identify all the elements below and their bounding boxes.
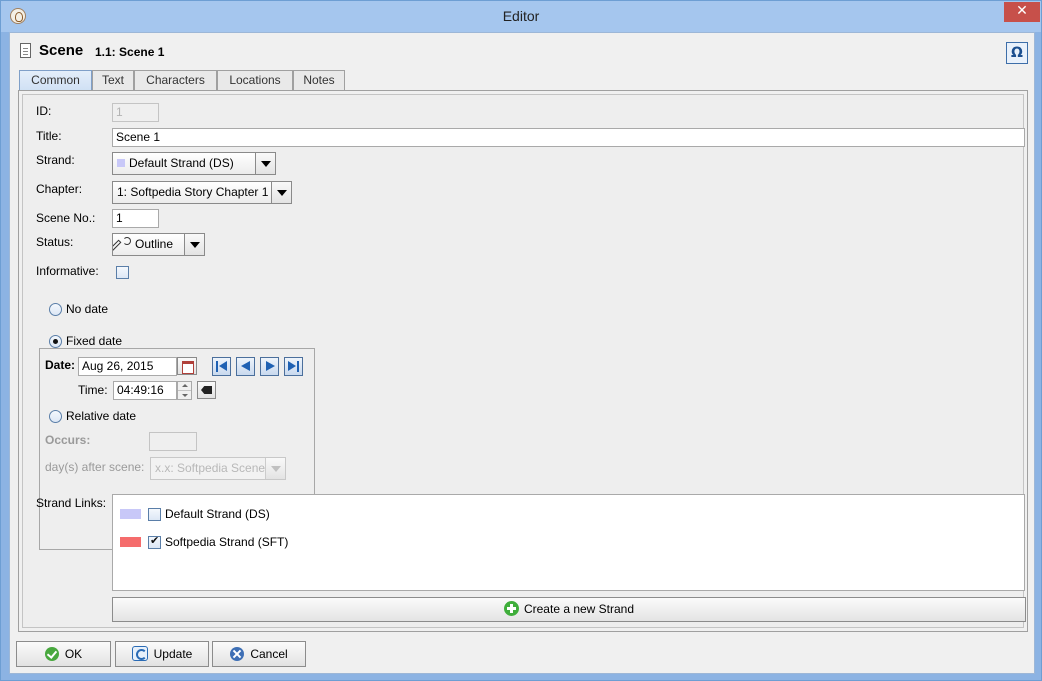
- time-input[interactable]: 04:49:16: [113, 381, 177, 400]
- status-label: Status:: [36, 235, 74, 249]
- last-date-button[interactable]: [284, 357, 303, 376]
- ok-button[interactable]: OK: [16, 641, 111, 667]
- create-strand-label: Create a new Strand: [523, 602, 635, 616]
- create-strand-button[interactable]: Create a new Strand: [112, 597, 1026, 622]
- scene-no-input[interactable]: 1: [112, 209, 159, 228]
- chapter-select-value: 1: Softpedia Story Chapter 1: [117, 185, 269, 199]
- occurs-label: Occurs:: [45, 433, 91, 447]
- previous-date-button[interactable]: [236, 357, 255, 376]
- chapter-label: Chapter:: [36, 182, 83, 196]
- relative-date-radio[interactable]: [49, 410, 62, 423]
- editor-client-area: Scene 1.1: Scene 1 Ω Common Text Charact…: [9, 32, 1035, 674]
- add-icon: [503, 601, 519, 616]
- scene-no-label: Scene No.:: [36, 211, 96, 225]
- tab-text[interactable]: Text: [92, 70, 134, 90]
- status-select[interactable]: Outline: [112, 233, 205, 256]
- cancel-label: Cancel: [250, 647, 288, 661]
- informative-label: Informative:: [36, 264, 99, 278]
- informative-checkbox[interactable]: [116, 266, 129, 279]
- days-after-scene-value: x.x: Softpedia Scene: [155, 461, 266, 475]
- tab-panel-common: ID: 1 Title: Scene 1 Strand: Default Str…: [18, 90, 1028, 632]
- id-field: 1: [112, 103, 159, 122]
- strand-color-swatch: [117, 159, 125, 167]
- strand-select-value: Default Strand (DS): [129, 156, 234, 170]
- id-label: ID:: [36, 104, 52, 118]
- editor-window: Editor ✕ Scene 1.1: Scene 1 Ω Common Tex…: [0, 0, 1042, 681]
- strand-label: Strand:: [36, 153, 75, 167]
- strand-links-label: Strand Links:: [36, 496, 107, 510]
- fixed-date-label: Fixed date: [66, 334, 123, 348]
- strand-color-swatch: [120, 509, 141, 519]
- date-input[interactable]: Aug 26, 2015: [78, 357, 177, 376]
- cancel-icon: [230, 647, 245, 661]
- ok-label: OK: [64, 647, 83, 661]
- page-title: Scene: [39, 42, 84, 59]
- strand-link-label: Softpedia Strand (SFT): [165, 535, 289, 549]
- clear-time-button[interactable]: [197, 381, 216, 399]
- strand-link-label: Default Strand (DS): [165, 507, 270, 521]
- tab-common[interactable]: Common: [19, 70, 92, 91]
- title-input[interactable]: Scene 1: [112, 128, 1025, 147]
- strand-links-list: Default Strand (DS) Softpedia Strand (SF…: [112, 494, 1025, 591]
- refresh-icon: [131, 646, 148, 661]
- strand-link-checkbox-default[interactable]: [148, 508, 161, 521]
- next-date-button[interactable]: [260, 357, 279, 376]
- update-button[interactable]: Update: [115, 641, 209, 667]
- wrench-icon: [117, 237, 131, 251]
- chevron-down-icon[interactable]: [184, 234, 204, 255]
- cancel-button[interactable]: Cancel: [212, 641, 306, 667]
- common-form: ID: 1 Title: Scene 1 Strand: Default Str…: [22, 94, 1026, 628]
- title-bar[interactable]: Editor ✕: [1, 1, 1041, 32]
- spinner-up-icon[interactable]: [182, 384, 188, 387]
- occurs-input: [149, 432, 197, 451]
- checkmark-icon: [44, 647, 59, 661]
- tab-characters[interactable]: Characters: [134, 70, 217, 90]
- page-subtitle: 1.1: Scene 1: [95, 45, 165, 59]
- chevron-down-icon[interactable]: [271, 182, 291, 203]
- omega-icon: Ω: [1011, 45, 1023, 61]
- days-after-scene-select: x.x: Softpedia Scene: [150, 457, 286, 480]
- no-date-radio[interactable]: [49, 303, 62, 316]
- tab-notes[interactable]: Notes: [293, 70, 345, 90]
- tab-locations[interactable]: Locations: [217, 70, 293, 90]
- strand-color-swatch: [120, 537, 141, 547]
- chevron-down-icon: [265, 458, 285, 479]
- chevron-down-icon[interactable]: [255, 153, 275, 174]
- status-select-value: Outline: [135, 237, 174, 251]
- update-label: Update: [153, 647, 193, 661]
- calendar-button[interactable]: [177, 357, 197, 375]
- spinner-down-icon[interactable]: [182, 394, 188, 397]
- window-title: Editor: [502, 8, 540, 24]
- close-button[interactable]: ✕: [1004, 2, 1040, 22]
- relative-date-label: Relative date: [66, 409, 137, 423]
- time-spinner[interactable]: [177, 381, 192, 400]
- close-icon: ✕: [1016, 3, 1028, 19]
- title-label: Title:: [36, 129, 62, 143]
- strand-link-checkbox-softpedia[interactable]: [148, 534, 161, 549]
- special-characters-button[interactable]: Ω: [1006, 42, 1028, 64]
- no-date-label: No date: [66, 302, 109, 316]
- time-label: Time:: [78, 383, 108, 397]
- document-icon: [20, 43, 31, 58]
- first-date-button[interactable]: [212, 357, 231, 376]
- chapter-select[interactable]: 1: Softpedia Story Chapter 1: [112, 181, 292, 204]
- strand-select[interactable]: Default Strand (DS): [112, 152, 276, 175]
- date-label: Date:: [45, 358, 76, 372]
- fixed-date-radio[interactable]: [49, 335, 62, 348]
- days-after-scene-label: day(s) after scene:: [45, 460, 145, 474]
